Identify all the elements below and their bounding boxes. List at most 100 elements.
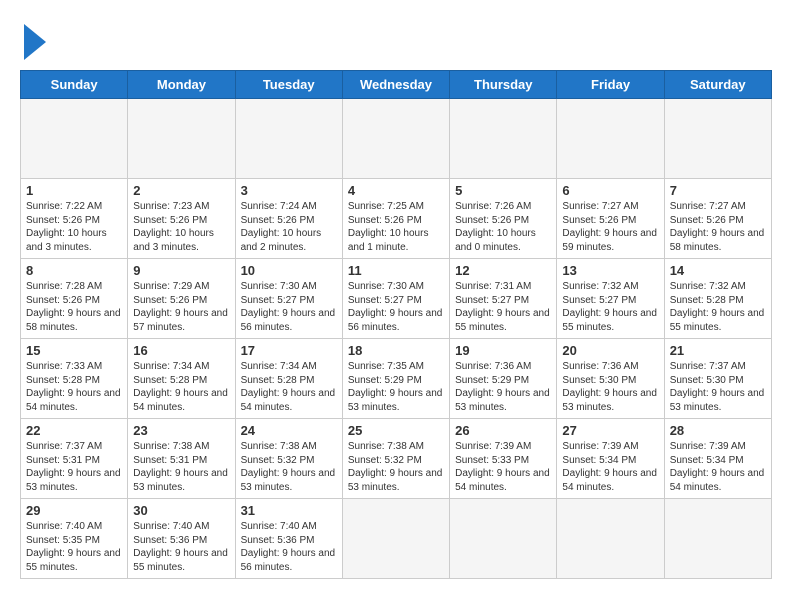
day-info: Sunrise: 7:40 AMSunset: 5:35 PMDaylight:… — [26, 520, 122, 574]
day-info: Sunrise: 7:35 AMSunset: 5:29 PMDaylight:… — [348, 360, 444, 414]
calendar-cell: 27 Sunrise: 7:39 AMSunset: 5:34 PMDayligh… — [557, 419, 664, 499]
day-info: Sunrise: 7:38 AMSunset: 5:32 PMDaylight:… — [241, 440, 337, 494]
calendar-cell — [342, 99, 449, 179]
calendar-cell — [450, 499, 557, 579]
day-number: 22 — [26, 423, 122, 438]
day-number: 29 — [26, 503, 122, 518]
day-info: Sunrise: 7:39 AMSunset: 5:34 PMDaylight:… — [562, 440, 658, 494]
day-info: Sunrise: 7:27 AMSunset: 5:26 PMDaylight:… — [562, 200, 658, 254]
calendar-cell: 13 Sunrise: 7:32 AMSunset: 5:27 PMDayligh… — [557, 259, 664, 339]
calendar-cell: 21Sunrise: 7:37 AMSunset: 5:30 PMDayligh… — [664, 339, 771, 419]
logo — [20, 20, 46, 60]
day-number: 28 — [670, 423, 766, 438]
calendar-week-5: 29 Sunrise: 7:40 AMSunset: 5:35 PMDayligh… — [21, 499, 772, 579]
day-number: 13 — [562, 263, 658, 278]
calendar-cell: 14Sunrise: 7:32 AMSunset: 5:28 PMDayligh… — [664, 259, 771, 339]
calendar-week-4: 22Sunrise: 7:37 AMSunset: 5:31 PMDayligh… — [21, 419, 772, 499]
day-info: Sunrise: 7:23 AMSunset: 5:26 PMDaylight:… — [133, 200, 229, 254]
day-number: 17 — [241, 343, 337, 358]
day-header-wednesday: Wednesday — [342, 71, 449, 99]
calendar-week-0 — [21, 99, 772, 179]
days-header-row: SundayMondayTuesdayWednesdayThursdayFrid… — [21, 71, 772, 99]
calendar-table: SundayMondayTuesdayWednesdayThursdayFrid… — [20, 70, 772, 579]
day-info: Sunrise: 7:25 AMSunset: 5:26 PMDaylight:… — [348, 200, 444, 254]
calendar-cell: 1 Sunrise: 7:22 AMSunset: 5:26 PMDaylight… — [21, 179, 128, 259]
calendar-cell: 24 Sunrise: 7:38 AMSunset: 5:32 PMDayligh… — [235, 419, 342, 499]
calendar-cell — [557, 499, 664, 579]
day-number: 14 — [670, 263, 766, 278]
calendar-cell: 26Sunrise: 7:39 AMSunset: 5:33 PMDayligh… — [450, 419, 557, 499]
day-info: Sunrise: 7:34 AMSunset: 5:28 PMDaylight:… — [241, 360, 337, 414]
calendar-cell — [664, 499, 771, 579]
day-info: Sunrise: 7:27 AMSunset: 5:26 PMDaylight:… — [670, 200, 766, 254]
day-number: 5 — [455, 183, 551, 198]
day-number: 3 — [241, 183, 337, 198]
calendar-cell — [664, 99, 771, 179]
calendar-cell — [235, 99, 342, 179]
day-info: Sunrise: 7:39 AMSunset: 5:34 PMDaylight:… — [670, 440, 766, 494]
calendar-week-3: 15 Sunrise: 7:33 AMSunset: 5:28 PMDayligh… — [21, 339, 772, 419]
day-number: 19 — [455, 343, 551, 358]
calendar-week-1: 1 Sunrise: 7:22 AMSunset: 5:26 PMDaylight… — [21, 179, 772, 259]
day-number: 4 — [348, 183, 444, 198]
calendar-cell: 31 Sunrise: 7:40 AMSunset: 5:36 PMDayligh… — [235, 499, 342, 579]
day-number: 25 — [348, 423, 444, 438]
calendar-cell: 16 Sunrise: 7:34 AMSunset: 5:28 PMDayligh… — [128, 339, 235, 419]
day-info: Sunrise: 7:28 AMSunset: 5:26 PMDaylight:… — [26, 280, 122, 334]
calendar-cell: 28 Sunrise: 7:39 AMSunset: 5:34 PMDayligh… — [664, 419, 771, 499]
calendar-cell: 6 Sunrise: 7:27 AMSunset: 5:26 PMDaylight… — [557, 179, 664, 259]
calendar-cell — [450, 99, 557, 179]
day-info: Sunrise: 7:33 AMSunset: 5:28 PMDaylight:… — [26, 360, 122, 414]
day-info: Sunrise: 7:34 AMSunset: 5:28 PMDaylight:… — [133, 360, 229, 414]
calendar-cell: 22Sunrise: 7:37 AMSunset: 5:31 PMDayligh… — [21, 419, 128, 499]
day-info: Sunrise: 7:22 AMSunset: 5:26 PMDaylight:… — [26, 200, 122, 254]
day-info: Sunrise: 7:32 AMSunset: 5:27 PMDaylight:… — [562, 280, 658, 334]
day-number: 6 — [562, 183, 658, 198]
calendar-cell: 9Sunrise: 7:29 AMSunset: 5:26 PMDaylight… — [128, 259, 235, 339]
day-header-sunday: Sunday — [21, 71, 128, 99]
calendar-cell: 3 Sunrise: 7:24 AMSunset: 5:26 PMDaylight… — [235, 179, 342, 259]
day-info: Sunrise: 7:38 AMSunset: 5:32 PMDaylight:… — [348, 440, 444, 494]
day-header-thursday: Thursday — [450, 71, 557, 99]
day-number: 8 — [26, 263, 122, 278]
day-info: Sunrise: 7:37 AMSunset: 5:30 PMDaylight:… — [670, 360, 766, 414]
day-header-friday: Friday — [557, 71, 664, 99]
day-number: 16 — [133, 343, 229, 358]
day-number: 9 — [133, 263, 229, 278]
calendar-cell — [21, 99, 128, 179]
day-number: 7 — [670, 183, 766, 198]
day-number: 2 — [133, 183, 229, 198]
day-info: Sunrise: 7:40 AMSunset: 5:36 PMDaylight:… — [133, 520, 229, 574]
day-info: Sunrise: 7:36 AMSunset: 5:29 PMDaylight:… — [455, 360, 551, 414]
calendar-cell: 20Sunrise: 7:36 AMSunset: 5:30 PMDayligh… — [557, 339, 664, 419]
day-number: 18 — [348, 343, 444, 358]
calendar-cell — [342, 499, 449, 579]
calendar-cell: 10Sunrise: 7:30 AMSunset: 5:27 PMDayligh… — [235, 259, 342, 339]
page-header — [20, 20, 772, 60]
calendar-cell: 17 Sunrise: 7:34 AMSunset: 5:28 PMDayligh… — [235, 339, 342, 419]
day-number: 24 — [241, 423, 337, 438]
calendar-cell: 18 Sunrise: 7:35 AMSunset: 5:29 PMDayligh… — [342, 339, 449, 419]
calendar-cell: 12 Sunrise: 7:31 AMSunset: 5:27 PMDayligh… — [450, 259, 557, 339]
day-number: 23 — [133, 423, 229, 438]
day-number: 12 — [455, 263, 551, 278]
calendar-cell: 5Sunrise: 7:26 AMSunset: 5:26 PMDaylight… — [450, 179, 557, 259]
day-number: 31 — [241, 503, 337, 518]
day-number: 15 — [26, 343, 122, 358]
day-info: Sunrise: 7:31 AMSunset: 5:27 PMDaylight:… — [455, 280, 551, 334]
calendar-cell: 30 Sunrise: 7:40 AMSunset: 5:36 PMDayligh… — [128, 499, 235, 579]
day-number: 30 — [133, 503, 229, 518]
calendar-cell — [557, 99, 664, 179]
calendar-cell: 8 Sunrise: 7:28 AMSunset: 5:26 PMDaylight… — [21, 259, 128, 339]
day-info: Sunrise: 7:24 AMSunset: 5:26 PMDaylight:… — [241, 200, 337, 254]
day-number: 27 — [562, 423, 658, 438]
day-number: 1 — [26, 183, 122, 198]
calendar-cell: 23Sunrise: 7:38 AMSunset: 5:31 PMDayligh… — [128, 419, 235, 499]
calendar-cell: 7 Sunrise: 7:27 AMSunset: 5:26 PMDaylight… — [664, 179, 771, 259]
day-number: 10 — [241, 263, 337, 278]
logo-arrow-icon — [24, 24, 46, 60]
day-info: Sunrise: 7:40 AMSunset: 5:36 PMDaylight:… — [241, 520, 337, 574]
calendar-week-2: 8 Sunrise: 7:28 AMSunset: 5:26 PMDaylight… — [21, 259, 772, 339]
day-number: 26 — [455, 423, 551, 438]
day-info: Sunrise: 7:30 AMSunset: 5:27 PMDaylight:… — [348, 280, 444, 334]
